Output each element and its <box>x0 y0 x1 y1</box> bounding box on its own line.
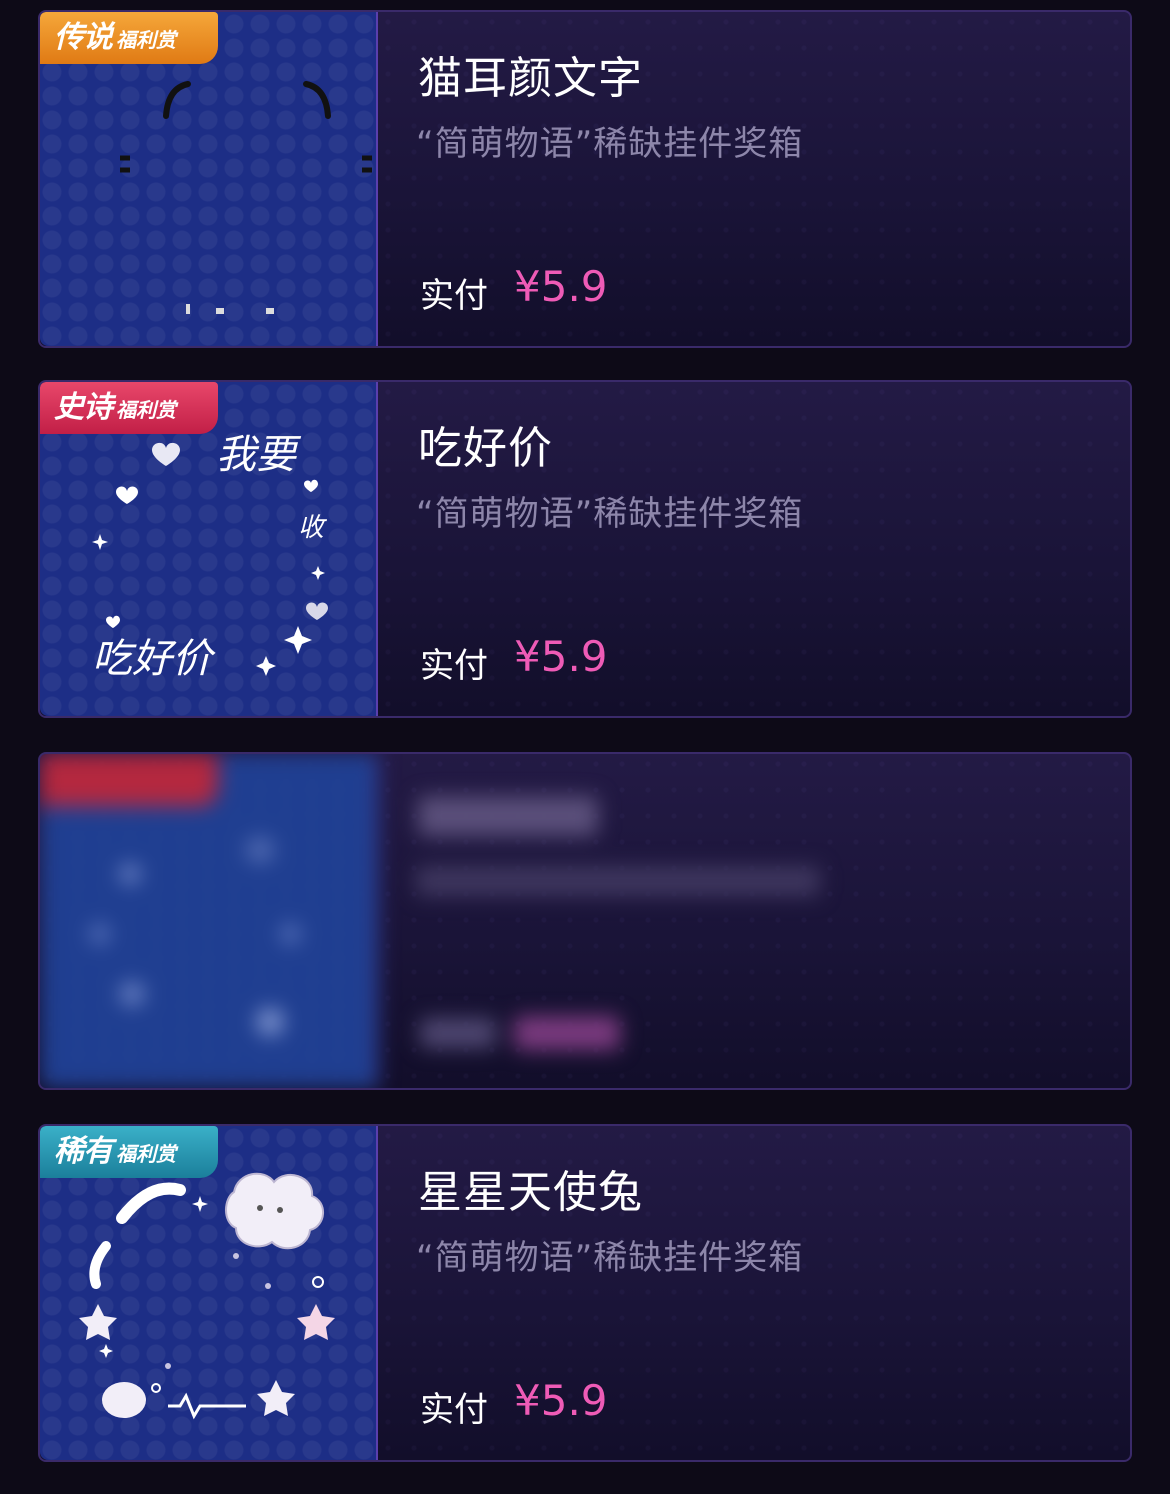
prize-card[interactable]: 稀有 福利赏 星星天使兔 “简萌物语”稀缺挂件奖箱 实付 ¥5.9 <box>38 1124 1132 1462</box>
rarity-badge-epic: 史诗 福利赏 <box>40 382 218 434</box>
prize-title: 猫耳颜文字 <box>418 53 643 104</box>
pay-label: 实付 <box>420 1390 488 1430</box>
pay-label: 实付 <box>420 646 488 686</box>
prize-title: 星星天使兔 <box>418 1167 643 1218</box>
prize-card-blurred[interactable] <box>38 752 1132 1090</box>
prize-list: 传说 福利赏 猫耳颜文字 “简萌物语”稀缺挂件奖箱 实付 ¥5.9 我要 收 吃… <box>0 0 1170 1494</box>
prize-source: “简萌物语”稀缺挂件奖箱 <box>416 494 804 534</box>
prize-card[interactable]: 我要 收 吃好价 史诗 福利赏 吃好价 “简萌物语”稀缺挂件奖箱 实付 ¥5.9 <box>38 380 1132 718</box>
art-text-top: 我要 <box>216 432 302 478</box>
art-text-bottom: 吃好价 <box>92 636 216 682</box>
blurred-content <box>40 754 1130 1088</box>
pay-label: 实付 <box>420 276 488 316</box>
art-text-side: 收 <box>298 513 328 543</box>
prize-card[interactable]: 传说 福利赏 猫耳颜文字 “简萌物语”稀缺挂件奖箱 实付 ¥5.9 <box>38 10 1132 348</box>
prize-title: 吃好价 <box>418 423 553 474</box>
price: ¥5.9 <box>514 632 608 681</box>
rarity-badge <box>40 754 218 806</box>
price: ¥5.9 <box>514 262 608 311</box>
price: ¥5.9 <box>514 1376 608 1425</box>
rarity-badge-rare: 稀有 福利赏 <box>40 1126 218 1178</box>
prize-source: “简萌物语”稀缺挂件奖箱 <box>416 1238 804 1278</box>
rarity-badge-legendary: 传说 福利赏 <box>40 12 218 64</box>
prize-source: “简萌物语”稀缺挂件奖箱 <box>416 124 804 164</box>
